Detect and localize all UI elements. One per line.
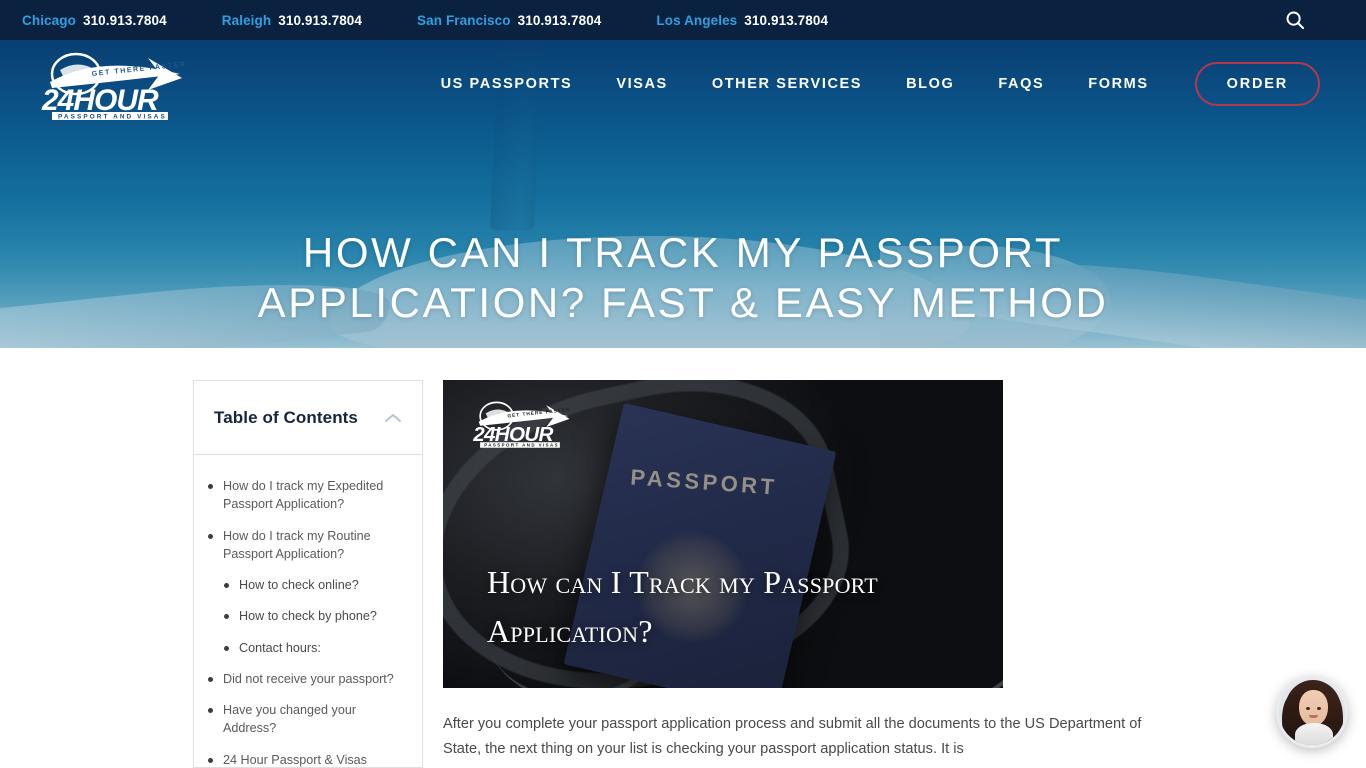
site-logo[interactable]: GET THERE FASTER 24HOUR PASSPORT AND VIS… bbox=[30, 48, 190, 121]
svg-text:PASSPORT AND VISAS: PASSPORT AND VISAS bbox=[58, 114, 167, 121]
location-phone-number[interactable]: 310.913.7804 bbox=[744, 13, 828, 28]
toc-item-did-not-receive[interactable]: Did not receive your passport? bbox=[208, 670, 408, 688]
bullet-icon bbox=[224, 583, 229, 588]
site-header: GET THERE FASTER 24HOUR PASSPORT AND VIS… bbox=[0, 40, 1366, 128]
location-city-label: Raleigh bbox=[221, 12, 272, 28]
toc-title: Table of Contents bbox=[214, 407, 358, 427]
table-of-contents-panel: Table of Contents How do I track my Expe… bbox=[193, 380, 423, 768]
bullet-icon bbox=[208, 484, 213, 489]
search-icon bbox=[1286, 11, 1305, 30]
avatar-eye-left bbox=[1306, 707, 1310, 710]
logo-24hour-passport-and-visas-icon: GET THERE FASTER 24HOUR PASSPORT AND VIS… bbox=[41, 52, 187, 121]
avatar-collar bbox=[1295, 723, 1333, 745]
toc-item-check-by-phone[interactable]: How to check by phone? bbox=[208, 607, 408, 625]
location-city-label: Chicago bbox=[22, 12, 76, 28]
order-button[interactable]: ORDER bbox=[1194, 62, 1320, 106]
hero-banner: GET THERE FASTER 24HOUR PASSPORT AND VIS… bbox=[0, 40, 1366, 348]
toc-item-changed-address[interactable]: Have you changed your Address? bbox=[208, 701, 408, 738]
top-location-chicago[interactable]: Chicago 310.913.7804 bbox=[22, 13, 194, 28]
watermark-logo-icon: GET THERE FASTER 24HOUR PASSPORT AND VIS… bbox=[472, 401, 571, 448]
article-paragraph: After you complete your passport applica… bbox=[443, 716, 1142, 758]
top-contact-bar: Chicago 310.913.7804 Raleigh 310.913.780… bbox=[0, 0, 1366, 40]
toc-item-label[interactable]: Did not receive your passport? bbox=[223, 670, 394, 688]
toc-item-label[interactable]: How do I track my Expedited Passport App… bbox=[223, 477, 408, 514]
svg-text:PASSPORT AND VISAS: PASSPORT AND VISAS bbox=[484, 443, 559, 448]
toc-header-toggle[interactable]: Table of Contents bbox=[194, 381, 422, 455]
passport-cover-text: PASSPORT bbox=[629, 464, 779, 500]
location-phone-number[interactable]: 310.913.7804 bbox=[278, 13, 362, 28]
main-navigation: US PASSPORTS VISAS OTHER SERVICES BLOG F… bbox=[190, 62, 1366, 106]
location-phone-number[interactable]: 310.913.7804 bbox=[518, 13, 602, 28]
toc-item-offices[interactable]: 24 Hour Passport & Visas Offices bbox=[208, 751, 408, 768]
nav-item-other-services[interactable]: OTHER SERVICES bbox=[712, 76, 862, 92]
toc-item-label[interactable]: How do I track my Routine Passport Appli… bbox=[223, 527, 408, 564]
top-location-los-angeles[interactable]: Los Angeles 310.913.7804 bbox=[656, 13, 855, 28]
bullet-icon bbox=[208, 708, 213, 713]
avatar-face bbox=[1299, 690, 1328, 726]
toc-item-label[interactable]: Have you changed your Address? bbox=[223, 701, 408, 738]
toc-item-label[interactable]: Contact hours: bbox=[239, 639, 321, 657]
nav-item-forms[interactable]: FORMS bbox=[1088, 76, 1148, 92]
bullet-icon bbox=[208, 533, 213, 539]
toc-item-expedited[interactable]: How do I track my Expedited Passport App… bbox=[208, 477, 408, 514]
location-city-label: San Francisco bbox=[417, 12, 511, 28]
toc-item-check-online[interactable]: How to check online? bbox=[208, 576, 408, 594]
nav-item-blog[interactable]: BLOG bbox=[906, 76, 954, 92]
avatar-eye-right bbox=[1317, 707, 1321, 710]
location-phone-number[interactable]: 310.913.7804 bbox=[83, 13, 167, 28]
bullet-icon bbox=[224, 614, 229, 620]
featured-image-overlay-title: How can I Track my Passport Application? bbox=[487, 564, 878, 649]
top-locations-list: Chicago 310.913.7804 Raleigh 310.913.780… bbox=[22, 13, 883, 28]
article-featured-image: PASSPORT GET THERE FASTER 24HOUR PASSPOR… bbox=[443, 380, 1003, 688]
live-chat-avatar-button[interactable] bbox=[1276, 676, 1348, 748]
top-location-raleigh[interactable]: Raleigh 310.913.7804 bbox=[222, 13, 389, 28]
search-button[interactable] bbox=[1282, 7, 1308, 33]
chevron-up-icon[interactable] bbox=[384, 412, 402, 424]
toc-item-label[interactable]: How to check by phone? bbox=[239, 607, 377, 625]
article-body: PASSPORT GET THERE FASTER 24HOUR PASSPOR… bbox=[443, 380, 1141, 768]
location-city-label: Los Angeles bbox=[656, 12, 738, 28]
bullet-icon bbox=[208, 757, 213, 763]
bullet-icon bbox=[208, 676, 213, 682]
nav-item-us-passports[interactable]: US PASSPORTS bbox=[441, 76, 573, 92]
toc-item-label[interactable]: 24 Hour Passport & Visas Offices bbox=[223, 751, 408, 768]
main-content: Table of Contents How do I track my Expe… bbox=[0, 348, 1366, 768]
toc-list: How do I track my Expedited Passport App… bbox=[194, 455, 422, 768]
bullet-icon bbox=[224, 645, 229, 651]
nav-item-faqs[interactable]: FAQS bbox=[998, 76, 1044, 92]
toc-item-routine[interactable]: How do I track my Routine Passport Appli… bbox=[208, 527, 408, 564]
top-location-san-francisco[interactable]: San Francisco 310.913.7804 bbox=[417, 13, 628, 28]
nav-item-visas[interactable]: VISAS bbox=[616, 76, 668, 92]
page-title: How can I track my passport application?… bbox=[257, 229, 1109, 326]
toc-item-label[interactable]: How to check online? bbox=[239, 576, 359, 594]
toc-item-contact-hours[interactable]: Contact hours: bbox=[208, 639, 408, 657]
